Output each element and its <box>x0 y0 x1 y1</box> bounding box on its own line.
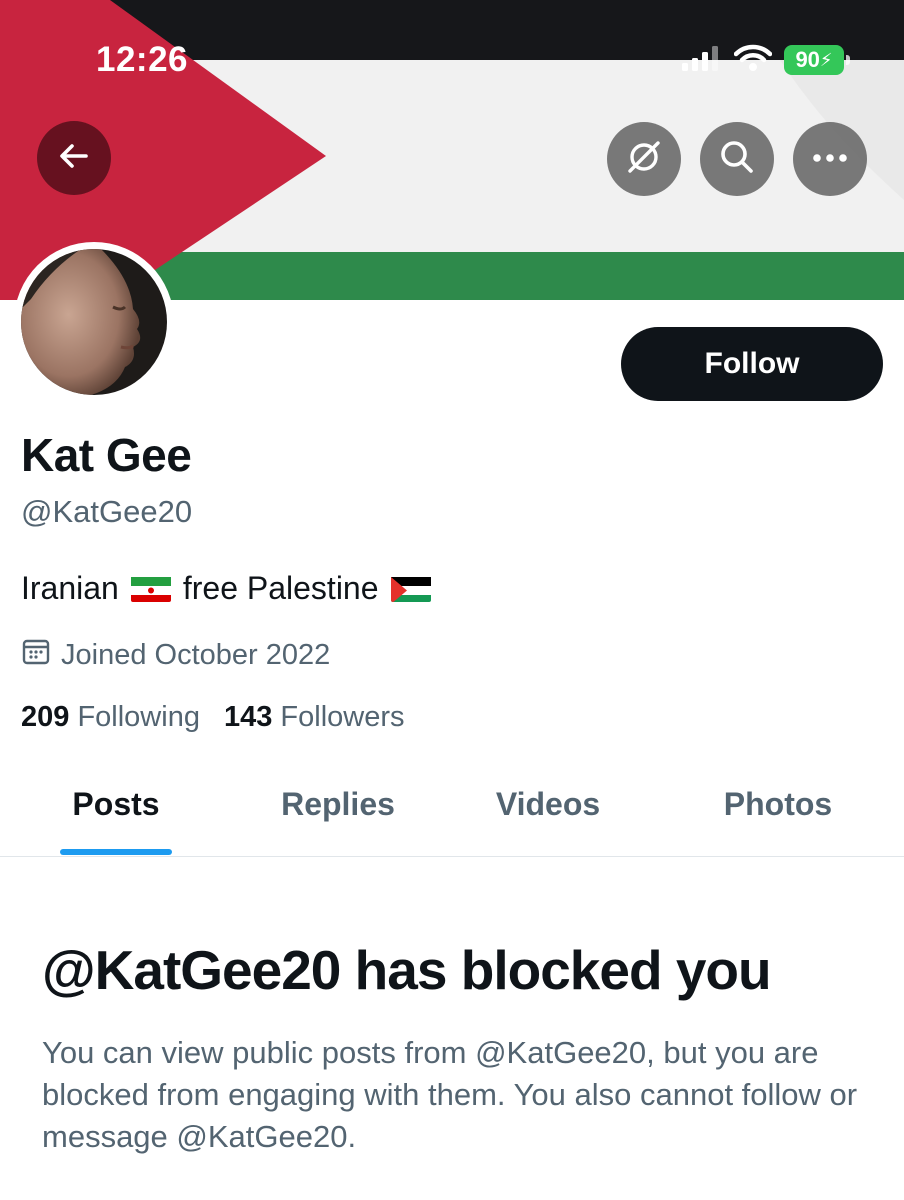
more-options-button[interactable] <box>793 122 867 196</box>
display-name: Kat Gee <box>21 429 192 481</box>
follow-stats: 209 Following 143 Followers <box>21 701 405 734</box>
avatar[interactable] <box>14 242 174 402</box>
back-button[interactable] <box>37 121 111 195</box>
search-button[interactable] <box>700 122 774 196</box>
follow-button[interactable]: Follow <box>621 327 883 401</box>
user-handle: @KatGee20 <box>21 494 193 529</box>
status-icons: 90 ⚡ <box>682 44 850 77</box>
tab-videos[interactable]: Videos <box>496 786 600 823</box>
profile-tabs: Posts Replies Videos Photos <box>0 760 904 857</box>
tab-replies[interactable]: Replies <box>281 786 395 823</box>
following-link[interactable]: 209 Following <box>21 701 200 734</box>
joined-date: Joined October 2022 <box>21 636 330 674</box>
followers-link[interactable]: 143 Followers <box>224 701 405 734</box>
iran-flag-icon <box>130 575 171 602</box>
profile-bio: Iranian free Palestine <box>21 570 443 607</box>
status-time: 12:26 <box>96 40 189 79</box>
calendar-icon <box>21 636 51 674</box>
bio-text-2: free Palestine <box>182 570 379 606</box>
bio-text-1: Iranian <box>21 570 119 606</box>
more-horizontal-icon <box>812 150 848 168</box>
grok-icon <box>625 138 663 181</box>
grok-button[interactable] <box>607 122 681 196</box>
active-tab-indicator <box>60 849 172 855</box>
tab-photos[interactable]: Photos <box>724 786 832 823</box>
palestine-flag-icon <box>390 575 431 602</box>
signal-icon <box>682 45 722 76</box>
search-icon <box>718 138 756 181</box>
joined-text: Joined October 2022 <box>61 638 331 671</box>
tab-posts[interactable]: Posts <box>72 786 159 823</box>
wifi-icon <box>733 44 773 77</box>
blocked-title: @KatGee20 has blocked you <box>42 939 772 1001</box>
followers-label: Followers <box>280 701 405 733</box>
battery-level: 90 <box>795 47 820 72</box>
following-count: 209 <box>21 701 70 733</box>
avatar-image <box>21 249 167 395</box>
charging-icon: ⚡ <box>819 49 833 70</box>
followers-count: 143 <box>223 701 273 733</box>
battery-indicator: 90 ⚡ <box>784 45 850 75</box>
following-label: Following <box>77 701 200 733</box>
arrow-left-icon <box>57 139 91 178</box>
blocked-message: You can view public posts from @KatGee20… <box>42 1035 858 1154</box>
